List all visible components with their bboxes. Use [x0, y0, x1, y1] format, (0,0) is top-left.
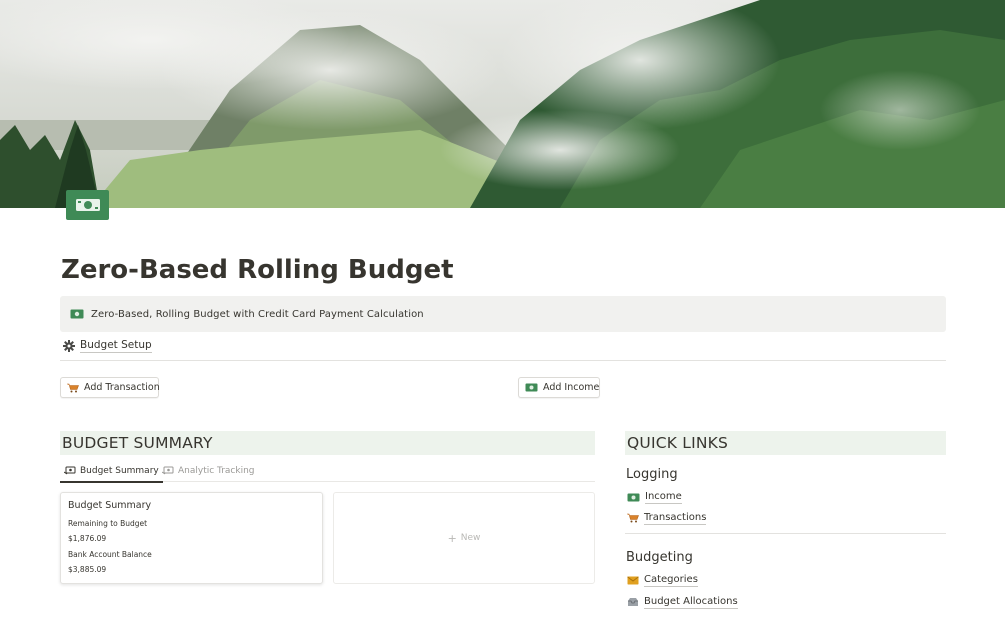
transactions-link-label: Transactions [644, 512, 707, 525]
callout-text: Zero-Based, Rolling Budget with Credit C… [91, 308, 424, 320]
budget-allocations-link-label: Budget Allocations [644, 596, 738, 609]
plus-icon: + [447, 531, 457, 545]
description-callout: Zero-Based, Rolling Budget with Credit C… [60, 296, 946, 332]
cart-icon [67, 383, 79, 393]
add-transaction-label: Add Transaction [84, 382, 160, 393]
page-money-icon[interactable] [66, 190, 109, 220]
categories-link[interactable]: Categories [627, 573, 698, 587]
budget-setup-link[interactable]: Budget Setup [63, 338, 152, 353]
tab-budget-summary[interactable]: Budget Summary [60, 459, 163, 483]
budget-allocations-link[interactable]: Budget Allocations [627, 595, 738, 609]
cover-image [0, 0, 1005, 208]
new-card-label: New [460, 533, 481, 543]
tab-budget-summary-label: Budget Summary [80, 465, 159, 476]
new-card-button[interactable]: + New [333, 492, 595, 584]
add-transaction-button[interactable]: Add Transaction [60, 377, 160, 398]
money-with-wings-icon [162, 466, 174, 475]
budget-setup-label: Budget Setup [80, 339, 152, 353]
budgeting-heading: Budgeting [626, 550, 693, 565]
money-icon [525, 383, 538, 392]
gear-icon [63, 339, 75, 352]
add-income-button[interactable]: Add Income [518, 377, 600, 398]
add-income-label: Add Income [543, 382, 600, 393]
income-link-label: Income [645, 491, 682, 504]
page-title: Zero-Based Rolling Budget [61, 255, 454, 285]
categories-link-label: Categories [644, 574, 698, 587]
bank-account-balance-label: Bank Account Balance [68, 550, 152, 559]
inbox-tray-icon [627, 597, 639, 607]
budget-summary-card[interactable]: Budget Summary Remaining to Budget $1,87… [60, 492, 323, 584]
view-tabs: Budget Summary Analytic Tracking [60, 459, 595, 483]
money-icon [70, 309, 84, 319]
divider [625, 533, 946, 534]
remaining-to-budget-value: $1,876.09 [68, 534, 107, 543]
remaining-to-budget-label: Remaining to Budget [68, 519, 148, 528]
money-icon [627, 493, 640, 502]
bank-account-balance-value: $3,885.09 [68, 565, 107, 574]
tab-analytic-tracking-label: Analytic Tracking [178, 465, 255, 476]
transactions-link[interactable]: Transactions [627, 511, 707, 525]
income-link[interactable]: Income [627, 490, 682, 504]
divider [60, 360, 946, 361]
cart-icon [627, 513, 639, 523]
budget-summary-heading: BUDGET SUMMARY [60, 431, 595, 455]
quick-links-heading: QUICK LINKS [625, 431, 946, 455]
logging-heading: Logging [626, 467, 678, 482]
card-title: Budget Summary [68, 500, 152, 511]
tab-analytic-tracking[interactable]: Analytic Tracking [162, 459, 255, 482]
envelope-icon [627, 575, 639, 585]
money-with-wings-icon [64, 466, 76, 475]
